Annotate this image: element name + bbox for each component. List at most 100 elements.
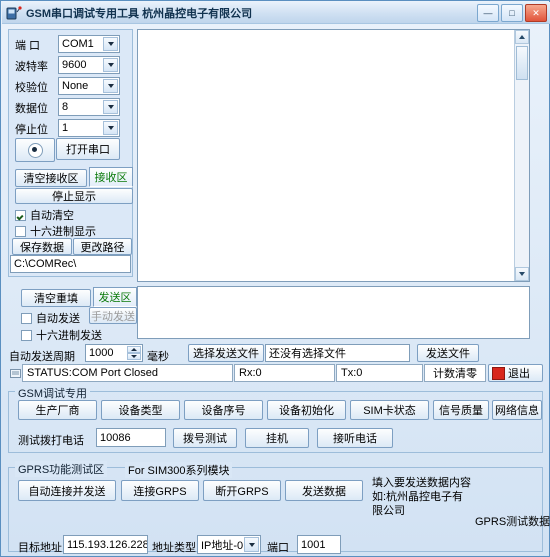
stepper-up-icon[interactable] [127,346,141,353]
open-port-button[interactable]: 打开串口 [56,138,120,160]
gsm-button-network-info[interactable]: 网络信息 [492,400,542,420]
clear-send-button[interactable]: 清空重填 [21,289,91,307]
period-stepper[interactable] [127,346,141,360]
checkbox-icon [21,312,32,324]
auto-send-checkbox[interactable]: 自动发送 [21,310,80,326]
hex-display-checkbox[interactable]: 十六进制显示 [15,223,96,239]
send-textarea[interactable] [137,286,530,339]
checkbox-icon [21,329,32,341]
data-bits-value: 8 [62,101,69,113]
window-controls: — □ ✕ [477,4,547,22]
baud-row: 波特率 [15,58,63,74]
dial-label: 测试拨打电话 [18,435,84,447]
save-path-input[interactable]: C:\COMRec\ [10,255,131,273]
parity-label: 校验位 [15,82,48,94]
stop-bits-combo[interactable]: 1 [58,119,120,137]
change-path-button[interactable]: 更改路径 [73,238,132,255]
address-type-label: 地址类型 [152,542,196,554]
gsm-button-device-type[interactable]: 设备类型 [101,400,180,420]
select-send-file-button[interactable]: 选择发送文件 [188,344,264,362]
gprs-packet-label: GPRS测试数据包 [475,516,550,528]
status-icon [9,365,21,381]
port-number-input[interactable]: 1001 [297,535,341,554]
target-address-input[interactable]: 115.193.126.228 [63,535,148,554]
address-type-combo[interactable]: IP地址-0 [197,535,261,554]
clear-receive-button[interactable]: 清空接收区 [15,169,87,187]
tab-send[interactable]: 发送区 [93,287,137,307]
send-data-button[interactable]: 发送数据 [285,480,363,501]
hangup-button[interactable]: 挂机 [245,428,309,448]
period-unit-label: 毫秒 [147,351,169,363]
disconnect-gprs-button[interactable]: 断开GRPS [203,480,281,501]
receive-content [138,30,529,34]
port-label: 端 口 [15,40,41,52]
period-value: 1000 [89,347,114,359]
parity-value: None [62,80,89,92]
close-button[interactable]: ✕ [525,4,547,22]
data-bits-row: 数据位 [15,100,63,116]
hex-send-checkbox[interactable]: 十六进制发送 [21,327,102,343]
dial-number-input[interactable]: 10086 [96,428,166,447]
auto-connect-send-button[interactable]: 自动连接并发送 [18,480,116,501]
exit-label: 退出 [508,368,530,380]
app-logo-icon [6,5,22,20]
baud-value: 9600 [62,59,87,71]
port-state-indicator[interactable] [15,138,55,162]
tab-receive[interactable]: 接收区 [89,167,133,187]
gsm-button-device-init[interactable]: 设备初始化 [267,400,346,420]
exit-button[interactable]: 退出 [488,364,543,382]
title-bar: GSM串口调试专用工具 杭州晶控电子有限公司 — □ ✕ [2,2,550,24]
checkbox-icon [15,225,26,237]
send-file-path[interactable]: 还没有选择文件 [265,344,410,362]
gsm-button-device-serial[interactable]: 设备序号 [184,400,263,420]
address-type-value: IP地址-0 [201,539,244,552]
parity-combo[interactable]: None [58,77,120,95]
gsm-button-signal-quality[interactable]: 信号质量 [433,400,489,420]
save-data-button[interactable]: 保存数据 [12,238,72,255]
gsm-button-sim-status[interactable]: SIM卡状态 [350,400,429,420]
gsm-group-title: GSM调试专用 [15,385,91,401]
scroll-up-icon[interactable] [515,30,529,44]
baud-combo[interactable]: 9600 [58,56,120,74]
chevron-down-icon[interactable] [103,79,118,93]
port-row: 端 口 [15,37,63,53]
gprs-hint-line2: 如:杭州晶控电子有限公司 [372,491,464,517]
manual-send-button[interactable]: 手动发送 [89,307,137,324]
gsm-button-manufacturer[interactable]: 生产厂商 [18,400,97,420]
scroll-down-icon[interactable] [515,267,529,281]
stepper-down-icon[interactable] [127,353,141,360]
receive-textarea[interactable] [137,29,530,282]
connect-gprs-button[interactable]: 连接GRPS [121,480,199,501]
port-number-label: 端口 [267,542,289,554]
chevron-down-icon[interactable] [103,37,118,51]
receive-scrollbar[interactable] [514,30,529,281]
checkbox-icon [15,209,26,221]
auto-clear-checkbox[interactable]: 自动清空 [15,207,74,223]
dial-test-button[interactable]: 拨号测试 [173,428,237,448]
data-bits-label: 数据位 [15,103,48,115]
period-input[interactable]: 1000 [85,344,143,362]
parity-row: 校验位 [15,79,63,95]
app-window: GSM串口调试专用工具 杭州晶控电子有限公司 — □ ✕ 端 口 COM1 波特… [0,0,550,557]
target-address-label: 目标地址 [18,542,62,554]
stop-display-button[interactable]: 停止显示 [15,188,133,204]
maximize-button[interactable]: □ [501,4,523,22]
chevron-down-icon[interactable] [103,100,118,114]
send-file-button[interactable]: 发送文件 [417,344,479,362]
hex-display-label: 十六进制显示 [30,226,96,238]
scroll-thumb[interactable] [516,46,528,80]
chevron-down-icon[interactable] [103,121,118,135]
tx-counter: Tx:0 [336,364,423,382]
data-bits-combo[interactable]: 8 [58,98,120,116]
reset-counter-button[interactable]: 计数清零 [424,364,486,382]
auto-send-label: 自动发送 [36,313,80,325]
chevron-down-icon[interactable] [103,58,118,72]
minimize-button[interactable]: — [477,4,499,22]
exit-icon [492,366,505,380]
answer-call-button[interactable]: 接听电话 [317,428,393,448]
stop-bits-value: 1 [62,122,69,134]
stop-bits-label: 停止位 [15,124,48,136]
port-combo[interactable]: COM1 [58,35,120,53]
chevron-down-icon[interactable] [244,537,259,552]
status-text: STATUS:COM Port Closed [22,364,233,382]
